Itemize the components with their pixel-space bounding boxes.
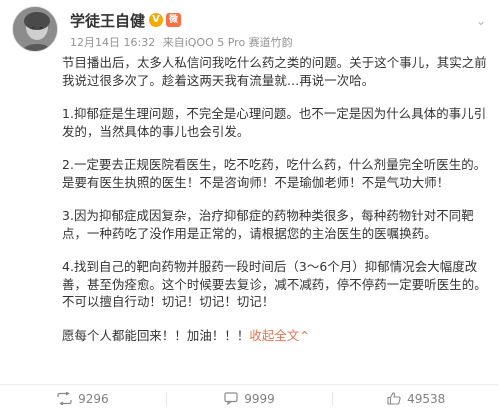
post-source: 来自iQOO 5 Pro 赛道竹韵: [162, 36, 293, 49]
post-paragraph: 4.找到自己的靶向药物并服药一段时间后（3～6个月）抑郁情况会大幅度改善，甚至伪…: [62, 259, 487, 309]
like-button[interactable]: 49538: [333, 385, 499, 412]
chevron-down-icon[interactable]: ⌄: [474, 14, 488, 28]
comment-button[interactable]: 9999: [167, 385, 333, 412]
post-meta: 12月14日 16:32 来自iQOO 5 Pro 赛道竹韵: [70, 34, 297, 49]
post-header: 学徒王自健 V 微 12月14日 16:32 来自iQOO 5 Pro 赛道竹韵…: [12, 4, 492, 52]
repost-count: 9296: [78, 391, 109, 406]
repost-icon: [57, 392, 72, 405]
action-bar: 9296 9999 49538: [0, 384, 499, 412]
collapse-full-text-link[interactable]: 收起全文⌃: [249, 328, 309, 343]
post-date[interactable]: 12月14日 16:32: [70, 36, 155, 49]
post-content: 节目播出后，太多人私信问我吃什么药之类的问题。关于这个事儿，其实之前我说过很多次…: [62, 54, 492, 360]
post-paragraph: 1.抑郁症是生理问题，不完全是心理问题。也不一定是因为什么具体的事儿引发的，当然…: [62, 106, 487, 139]
post-closing-text: 愿每个人都能回来！！加油！！！: [62, 327, 250, 343]
author-name-row: 学徒王自健 V 微: [70, 10, 182, 31]
post-closing-line: 愿每个人都能回来！！加油！！！收起全文⌃: [62, 327, 492, 345]
avatar-portrait-icon: [13, 7, 57, 51]
post-paragraph: 2.一定要去正规医院看医生，吃不吃药，吃什么药，什么剂量完全听医生的。是要有医生…: [62, 157, 487, 190]
chevron-up-icon[interactable]: ⌃: [299, 328, 309, 343]
verified-icon: V: [149, 13, 164, 27]
repost-button[interactable]: 9296: [0, 385, 166, 412]
post-paragraph: 节目播出后，太多人私信问我吃什么药之类的问题。关于这个事儿，其实之前我说过很多次…: [62, 55, 487, 88]
weibo-post-card: 学徒王自健 V 微 12月14日 16:32 来自iQOO 5 Pro 赛道竹韵…: [0, 0, 499, 412]
post-paragraph: 3.因为抑郁症成因复杂，治疗抑郁症的药物种类很多，每种药物针对不同靶点，一种药吃…: [62, 208, 474, 241]
comment-icon: [224, 392, 238, 405]
collapse-link-label[interactable]: 收起全文: [249, 328, 299, 343]
member-level-icon: 微: [166, 13, 182, 27]
author-avatar[interactable]: [12, 6, 58, 52]
author-name[interactable]: 学徒王自健: [70, 10, 145, 31]
like-count: 49538: [407, 391, 446, 406]
comment-count: 9999: [244, 391, 275, 406]
thumbs-up-icon: [387, 392, 401, 405]
